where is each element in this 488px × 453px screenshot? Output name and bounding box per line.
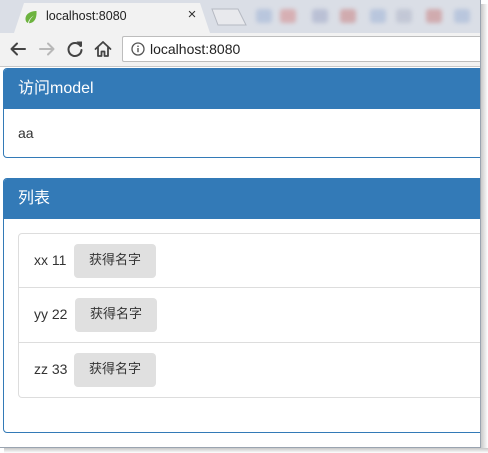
model-panel-body: aa bbox=[18, 125, 34, 141]
list-item: zz 33 获得名字 bbox=[18, 343, 480, 398]
window-shadow-bottom bbox=[4, 448, 488, 453]
arrow-left-icon[interactable] bbox=[6, 37, 30, 61]
spring-leaf-icon bbox=[25, 11, 37, 24]
address-bar[interactable]: localhost:8080 bbox=[122, 36, 480, 62]
home-icon[interactable] bbox=[91, 37, 115, 61]
get-name-button[interactable]: 获得名字 bbox=[74, 353, 156, 387]
arrow-right-icon[interactable] bbox=[35, 37, 59, 61]
list-item-text: zz 33 bbox=[34, 361, 68, 377]
reload-icon[interactable] bbox=[63, 37, 87, 61]
window-shadow-right bbox=[481, 4, 488, 453]
list-item-text: xx 11 bbox=[34, 252, 67, 268]
item-list: xx 11 获得名字 yy 22 获得名字 zz 33 获得名字 bbox=[18, 233, 480, 398]
new-tab-button[interactable] bbox=[208, 8, 248, 26]
browser-toolbar: localhost:8080 bbox=[0, 33, 480, 67]
close-icon[interactable]: × bbox=[184, 6, 200, 24]
blurred-background-tabs bbox=[250, 4, 480, 30]
url-text: localhost:8080 bbox=[150, 41, 241, 57]
get-name-button[interactable]: 获得名字 bbox=[75, 298, 157, 332]
page-content: 访问model aa 列表 xx 11 获得名字 yy 22 获得名字 zz 3… bbox=[0, 67, 480, 447]
browser-window: localhost:8080 × localhost:8080 访问model … bbox=[0, 0, 481, 448]
tab-title: localhost:8080 bbox=[46, 9, 127, 23]
get-name-button[interactable]: 获得名字 bbox=[74, 244, 156, 278]
list-panel-heading: 列表 bbox=[4, 179, 480, 219]
list-panel: 列表 xx 11 获得名字 yy 22 获得名字 zz 33 获得名字 bbox=[3, 178, 480, 433]
info-icon[interactable] bbox=[131, 42, 145, 56]
list-item-text: yy 22 bbox=[34, 306, 68, 322]
tab-strip: localhost:8080 × bbox=[0, 0, 480, 33]
list-item: xx 11 获得名字 bbox=[18, 233, 480, 288]
model-panel-heading: 访问model bbox=[4, 69, 480, 109]
list-item: yy 22 获得名字 bbox=[18, 288, 480, 343]
model-panel: 访问model aa bbox=[3, 68, 480, 158]
